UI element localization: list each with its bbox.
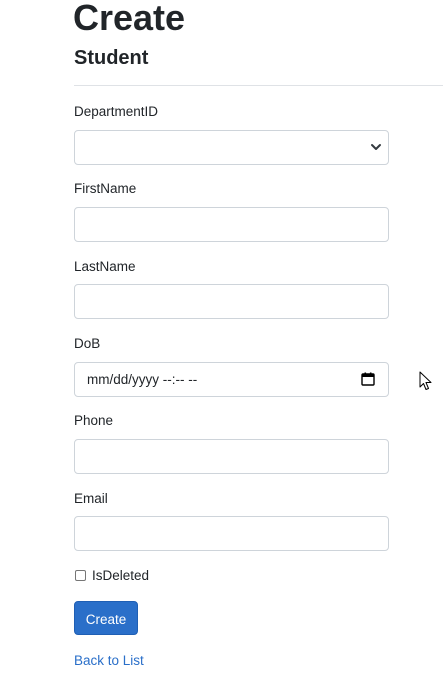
page-subtitle: Student <box>74 47 149 69</box>
calendar-icon[interactable] <box>361 372 375 386</box>
department-label: DepartmentID <box>74 104 159 119</box>
last-name-label: LastName <box>74 259 136 274</box>
phone-label: Phone <box>74 413 114 428</box>
mouse-cursor-icon <box>419 371 432 390</box>
chevron-down-icon <box>371 144 381 150</box>
is-deleted-checkbox[interactable] <box>75 570 86 581</box>
last-name-input[interactable] <box>74 284 389 319</box>
page-title: Create <box>73 0 186 38</box>
is-deleted-label[interactable]: IsDeleted <box>92 567 149 585</box>
create-button[interactable]: Create <box>74 601 138 635</box>
phone-input[interactable] <box>74 439 389 474</box>
dob-input[interactable]: mm/dd/yyyy --:-- -- <box>74 362 389 397</box>
divider <box>74 85 443 86</box>
dob-label: DoB <box>74 336 101 351</box>
back-to-list-link[interactable]: Back to List <box>74 652 144 670</box>
department-select[interactable] <box>74 130 389 165</box>
dob-placeholder: mm/dd/yyyy --:-- -- <box>87 372 198 387</box>
email-input[interactable] <box>74 516 389 551</box>
first-name-label: FirstName <box>74 181 137 196</box>
email-label: Email <box>74 491 108 506</box>
first-name-input[interactable] <box>74 207 389 242</box>
